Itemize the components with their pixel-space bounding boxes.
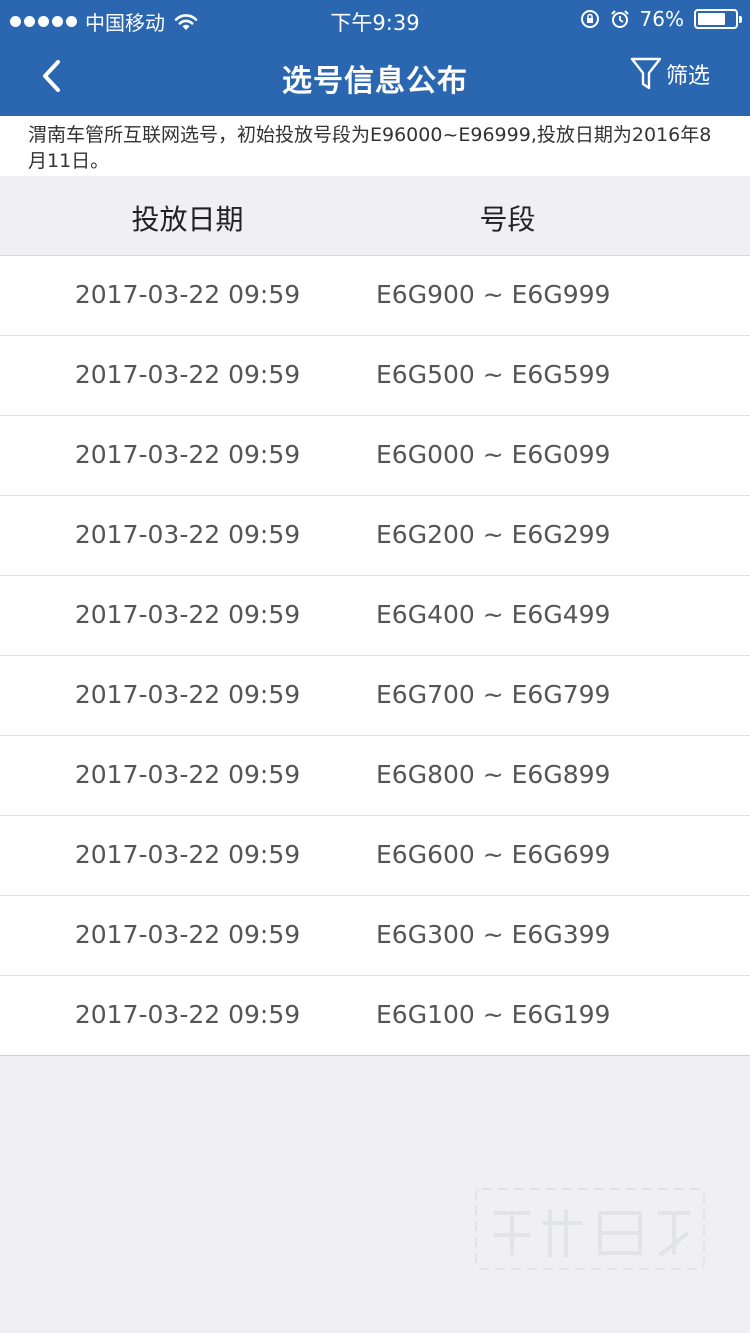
row-date: 2017-03-22 09:59: [74, 840, 301, 869]
row-range: E6G900 ~ E6G999: [376, 280, 611, 309]
orientation-lock-icon: [580, 10, 599, 28]
row-range: E6G200 ~ E6G299: [376, 520, 611, 549]
row-range: E6G400 ~ E6G499: [376, 600, 611, 629]
battery-percent: 76%: [639, 7, 684, 31]
header-range: 号段: [479, 203, 536, 236]
table-row: 2017-03-22 09:59 E6G500 ~ E6G599: [0, 336, 750, 416]
table-row: 2017-03-22 09:59 E6G600 ~ E6G699: [0, 816, 750, 896]
carrier-name: 中国移动: [85, 11, 165, 35]
row-range: E6G300 ~ E6G399: [376, 920, 611, 949]
table-row: 2017-03-22 09:59 E6G400 ~ E6G499: [0, 576, 750, 656]
row-range: E6G600 ~ E6G699: [376, 840, 611, 869]
row-range: E6G100 ~ E6G199: [376, 1000, 611, 1029]
wifi-icon: [174, 13, 198, 30]
row-range: E6G000 ~ E6G099: [376, 440, 611, 469]
notice-text: 渭南车管所互联网选号，初始投放号段为E96000~E96999,投放日期为201…: [0, 116, 750, 176]
row-date: 2017-03-22 09:59: [74, 520, 301, 549]
row-range: E6G700 ~ E6G799: [376, 680, 611, 709]
row-date: 2017-03-22 09:59: [74, 920, 301, 949]
row-date: 2017-03-22 09:59: [74, 680, 301, 709]
top-bar: 中国移动 下午9:39 76% 选号信息公布 筛选: [0, 0, 750, 116]
table-row: 2017-03-22 09:59 E6G800 ~ E6G899: [0, 736, 750, 816]
funnel-icon: [630, 57, 662, 90]
battery-fill: [698, 13, 726, 25]
row-date: 2017-03-22 09:59: [74, 440, 301, 469]
filter-label: 筛选: [665, 64, 710, 89]
battery-icon: [694, 9, 742, 29]
table-row: 2017-03-22 09:59 E6G000 ~ E6G099: [0, 416, 750, 496]
table-row: 2017-03-22 09:59 E6G100 ~ E6G199: [0, 976, 750, 1056]
row-range: E6G800 ~ E6G899: [376, 760, 611, 789]
row-date: 2017-03-22 09:59: [74, 360, 301, 389]
row-range: E6G500 ~ E6G599: [376, 360, 611, 389]
alarm-icon: [610, 10, 629, 28]
nav-bar: 选号信息公布 筛选: [0, 40, 750, 116]
table-row: 2017-03-22 09:59 E6G300 ~ E6G399: [0, 896, 750, 976]
status-bar: 中国移动 下午9:39 76%: [0, 0, 750, 40]
row-date: 2017-03-22 09:59: [74, 760, 301, 789]
table-header: 投放日期 号段: [0, 176, 750, 256]
table-row: 2017-03-22 09:59 E6G200 ~ E6G299: [0, 496, 750, 576]
header-date: 投放日期: [131, 203, 244, 236]
status-left: 中国移动: [10, 7, 199, 36]
filter-button[interactable]: 筛选: [630, 56, 710, 92]
row-date: 2017-03-22 09:59: [74, 1000, 301, 1029]
row-date: 2017-03-22 09:59: [74, 280, 301, 309]
status-right: 76%: [580, 7, 742, 31]
row-date: 2017-03-22 09:59: [74, 600, 301, 629]
signal-icon: [10, 16, 77, 27]
table-row: 2017-03-22 09:59 E6G700 ~ E6G799: [0, 656, 750, 736]
table-rows: 2017-03-22 09:59 E6G900 ~ E6G999 2017-03…: [0, 256, 750, 1056]
table-row: 2017-03-22 09:59 E6G900 ~ E6G999: [0, 256, 750, 336]
watermark-logo: [475, 1188, 705, 1270]
